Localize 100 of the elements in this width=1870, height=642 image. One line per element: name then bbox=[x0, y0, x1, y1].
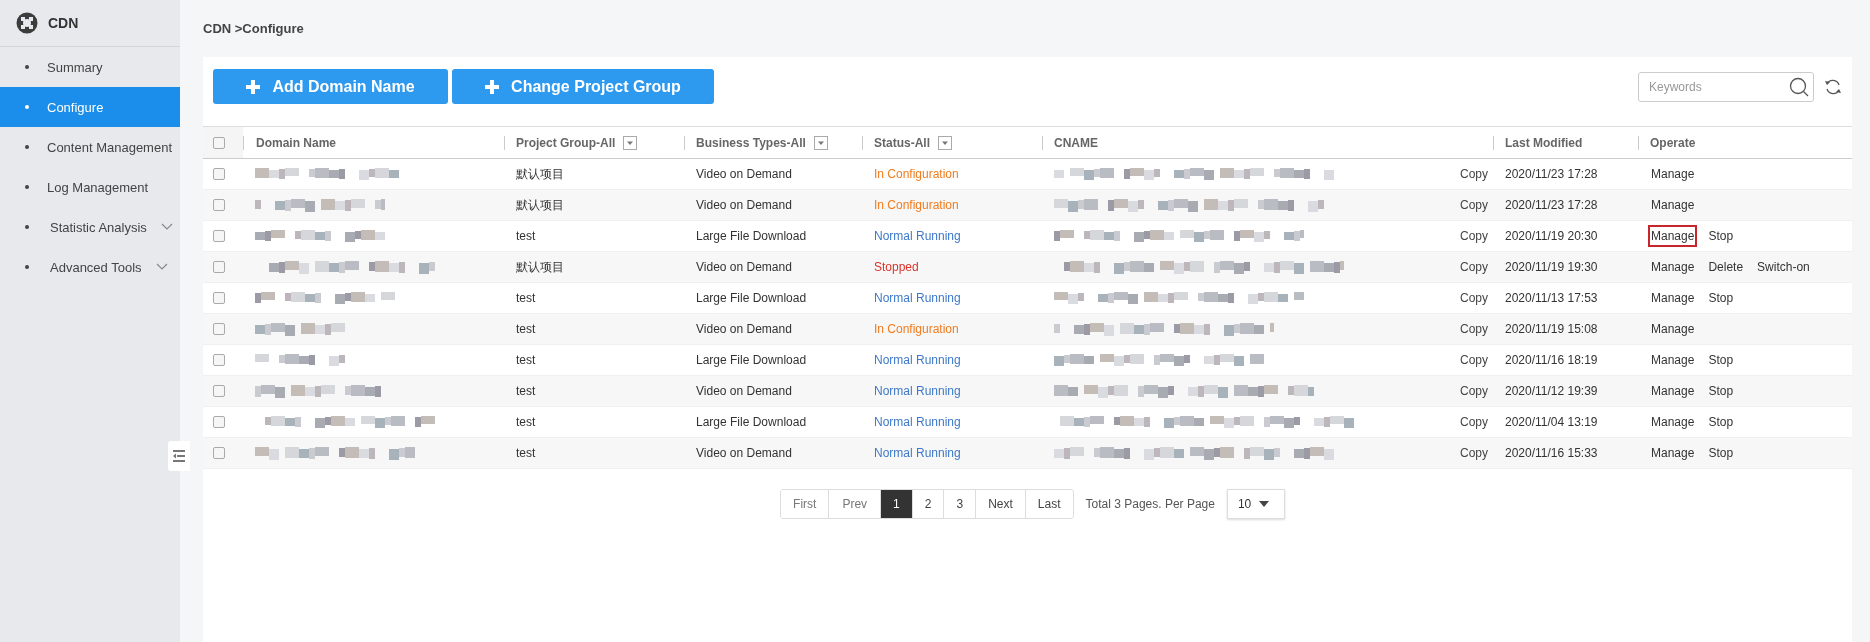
action-link[interactable]: Stop bbox=[1705, 380, 1737, 402]
cdn-logo-icon bbox=[16, 12, 38, 34]
column-header: Domain Name bbox=[243, 126, 504, 159]
action-link[interactable]: Manage bbox=[1648, 442, 1698, 464]
status-text: Normal Running bbox=[874, 229, 961, 243]
column-header: Operate bbox=[1638, 126, 1852, 159]
search-field[interactable]: Keywords bbox=[1638, 71, 1814, 102]
table-cell: Video on Demand bbox=[696, 322, 792, 336]
row-checkbox[interactable] bbox=[213, 261, 225, 273]
row-checkbox[interactable] bbox=[213, 385, 225, 397]
table-cell: test bbox=[516, 446, 536, 460]
row-checkbox[interactable] bbox=[213, 199, 225, 211]
row-checkbox[interactable] bbox=[213, 447, 225, 459]
per-page-select[interactable]: 10 bbox=[1226, 489, 1285, 519]
table-cell: Video on Demand bbox=[696, 167, 792, 181]
breadcrumb: CDN >Configure bbox=[203, 21, 304, 36]
row-checkbox[interactable] bbox=[213, 168, 225, 180]
action-link[interactable]: Stop bbox=[1705, 411, 1737, 433]
nav-item[interactable]: Advanced Tools bbox=[0, 247, 180, 287]
list-collapse-icon bbox=[172, 450, 186, 462]
table-cell: test bbox=[516, 322, 536, 336]
copy-link[interactable]: Copy bbox=[1460, 260, 1488, 274]
row-checkbox[interactable] bbox=[213, 230, 225, 242]
action-link[interactable]: Stop bbox=[1705, 225, 1737, 247]
page-button[interactable]: Last bbox=[1024, 490, 1073, 518]
row-checkbox[interactable] bbox=[213, 416, 225, 428]
refresh-icon[interactable] bbox=[1824, 77, 1842, 96]
copy-link[interactable]: Copy bbox=[1460, 167, 1488, 181]
column-header[interactable]: Project Group-All bbox=[504, 126, 684, 159]
nav-item[interactable]: Content Management bbox=[0, 127, 180, 167]
status-text: Normal Running bbox=[874, 353, 961, 367]
table-cell: 2020/11/16 18:19 bbox=[1505, 353, 1598, 367]
action-link[interactable]: Manage bbox=[1648, 163, 1698, 185]
table-cell: Large File Download bbox=[696, 353, 807, 367]
table-cell: test bbox=[516, 353, 536, 367]
table-cell: 默认项目 bbox=[516, 165, 564, 183]
table-cell: test bbox=[516, 229, 536, 243]
table-cell: 2020/11/19 15:08 bbox=[1505, 322, 1598, 336]
column-header: Last Modified bbox=[1493, 126, 1638, 159]
action-link[interactable]: Manage bbox=[1648, 349, 1698, 371]
collapse-toggle[interactable] bbox=[168, 441, 190, 471]
copy-link[interactable]: Copy bbox=[1460, 229, 1488, 243]
table-cell: test bbox=[516, 291, 536, 305]
action-link[interactable]: Manage bbox=[1648, 411, 1698, 433]
column-header: CNAME bbox=[1042, 126, 1493, 159]
nav-item[interactable]: Statistic Analysis bbox=[0, 207, 180, 247]
table-cell: Video on Demand bbox=[696, 446, 792, 460]
copy-link[interactable]: Copy bbox=[1460, 384, 1488, 398]
copy-link[interactable]: Copy bbox=[1460, 415, 1488, 429]
action-link[interactable]: Manage bbox=[1648, 194, 1698, 216]
nav-item[interactable]: Log Management bbox=[0, 167, 180, 207]
status-text: Normal Running bbox=[874, 415, 961, 429]
table-cell: Video on Demand bbox=[696, 384, 792, 398]
action-link[interactable]: Manage bbox=[1648, 256, 1698, 278]
search-icon[interactable] bbox=[1789, 76, 1809, 97]
action-link[interactable]: Stop bbox=[1705, 349, 1737, 371]
column-header[interactable]: Status-All bbox=[862, 126, 1042, 159]
table-cell: Large File Download bbox=[696, 229, 807, 243]
table-cell: 2020/11/13 17:53 bbox=[1505, 291, 1598, 305]
select-all-checkbox[interactable] bbox=[213, 136, 225, 149]
status-text: Normal Running bbox=[874, 291, 961, 305]
plus-icon bbox=[485, 79, 500, 94]
status-text: In Configuration bbox=[874, 167, 959, 181]
row-checkbox[interactable] bbox=[213, 292, 225, 304]
status-text: Normal Running bbox=[874, 446, 961, 460]
table-cell: 2020/11/19 20:30 bbox=[1505, 229, 1598, 243]
status-text: In Configuration bbox=[874, 322, 959, 336]
action-link[interactable]: Delete bbox=[1705, 256, 1747, 278]
column-header[interactable]: Business Types-All bbox=[684, 126, 862, 159]
app-title: CDN bbox=[48, 15, 79, 31]
plus-icon bbox=[246, 79, 261, 94]
copy-link[interactable]: Copy bbox=[1460, 353, 1488, 367]
action-link[interactable]: Manage bbox=[1648, 225, 1698, 247]
copy-link[interactable]: Copy bbox=[1460, 198, 1488, 212]
copy-link[interactable]: Copy bbox=[1460, 322, 1488, 336]
action-link[interactable]: Manage bbox=[1648, 287, 1698, 309]
page-summary: Total 3 Pages. Per Page bbox=[1085, 497, 1215, 511]
row-checkbox[interactable] bbox=[213, 354, 225, 366]
table-cell: 2020/11/04 13:19 bbox=[1505, 415, 1598, 429]
action-link[interactable]: Stop bbox=[1705, 287, 1737, 309]
action-link[interactable]: Switch-on bbox=[1754, 256, 1813, 278]
table-cell: Large File Download bbox=[696, 415, 807, 429]
action-link[interactable]: Stop bbox=[1705, 442, 1737, 464]
action-link[interactable]: Manage bbox=[1648, 318, 1698, 340]
nav-item[interactable]: Summary bbox=[0, 47, 180, 87]
copy-link[interactable]: Copy bbox=[1460, 446, 1488, 460]
page-button[interactable]: 1 bbox=[880, 490, 912, 518]
dropdown-arrow-icon bbox=[1259, 501, 1270, 507]
copy-link[interactable]: Copy bbox=[1460, 291, 1488, 305]
status-text: Stopped bbox=[874, 260, 919, 274]
table-cell: 默认项目 bbox=[516, 258, 564, 276]
filter-dropdown-icon[interactable] bbox=[938, 135, 952, 150]
table-cell: 2020/11/16 15:33 bbox=[1505, 446, 1598, 460]
row-checkbox[interactable] bbox=[213, 323, 225, 335]
table-cell: 2020/11/23 17:28 bbox=[1505, 198, 1598, 212]
filter-dropdown-icon[interactable] bbox=[623, 135, 638, 150]
status-text: Normal Running bbox=[874, 384, 961, 398]
filter-dropdown-icon[interactable] bbox=[813, 135, 828, 150]
action-link[interactable]: Manage bbox=[1648, 380, 1698, 402]
table-cell: test bbox=[516, 415, 536, 429]
